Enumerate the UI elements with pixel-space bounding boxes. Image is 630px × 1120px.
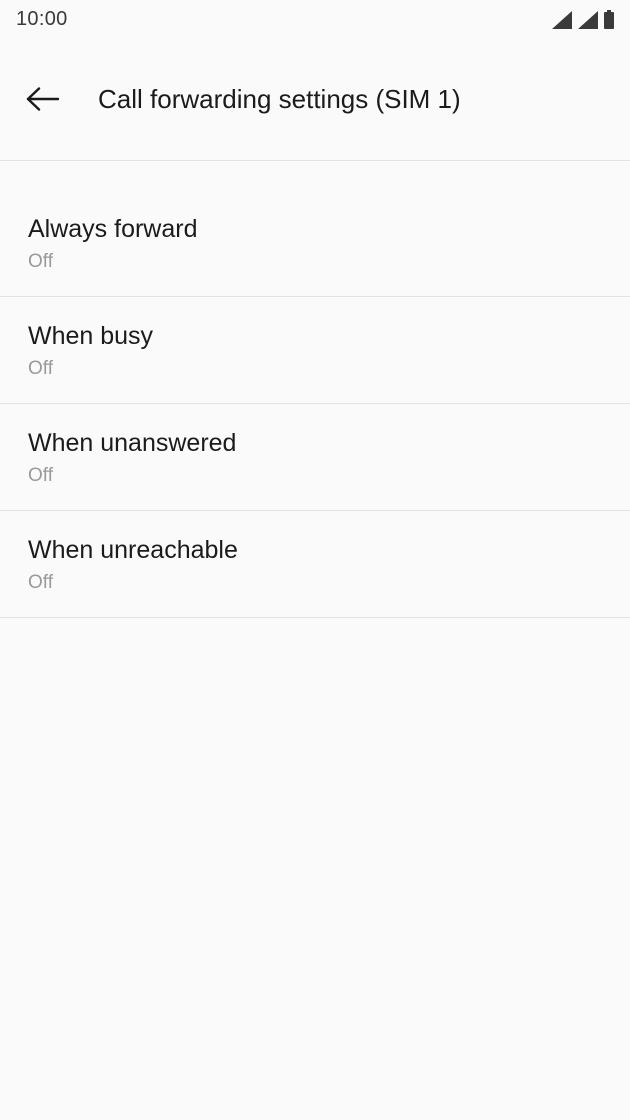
signal-icon bbox=[552, 11, 572, 29]
status-bar: 10:00 bbox=[0, 0, 630, 40]
setting-when-busy[interactable]: When busy Off bbox=[0, 297, 630, 404]
setting-title: When busy bbox=[28, 322, 154, 350]
battery-icon bbox=[604, 10, 614, 29]
setting-summary: Off bbox=[28, 358, 53, 379]
setting-summary: Off bbox=[28, 465, 53, 486]
signal-icon bbox=[578, 11, 598, 29]
setting-title: When unanswered bbox=[28, 429, 237, 457]
status-icons bbox=[552, 9, 614, 29]
setting-when-unreachable[interactable]: When unreachable Off bbox=[0, 511, 630, 618]
back-button[interactable] bbox=[20, 78, 66, 124]
arrow-left-icon bbox=[26, 86, 60, 116]
setting-title: Always forward bbox=[28, 215, 198, 243]
app-bar: Call forwarding settings (SIM 1) bbox=[0, 40, 630, 161]
setting-when-unanswered[interactable]: When unanswered Off bbox=[0, 404, 630, 511]
settings-list: Always forward Off When busy Off When un… bbox=[0, 190, 630, 618]
setting-title: When unreachable bbox=[28, 536, 238, 564]
setting-summary: Off bbox=[28, 251, 53, 272]
setting-summary: Off bbox=[28, 572, 53, 593]
status-time: 10:00 bbox=[16, 8, 68, 30]
page-title: Call forwarding settings (SIM 1) bbox=[98, 84, 461, 114]
setting-always-forward[interactable]: Always forward Off bbox=[0, 190, 630, 297]
